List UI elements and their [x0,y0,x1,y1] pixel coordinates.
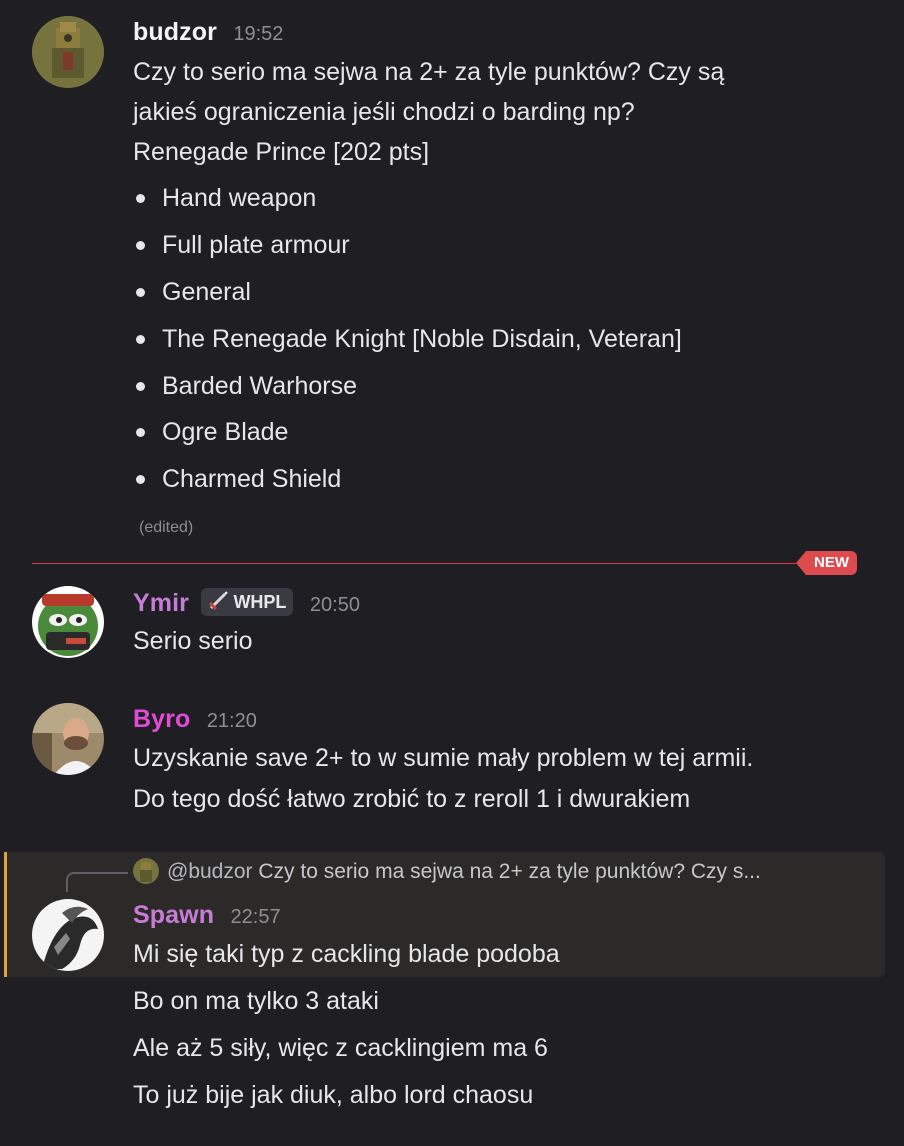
list-item: Hand weapon [162,184,317,212]
edited-label: (edited) [139,519,194,536]
new-messages-badge: NEW [796,551,857,575]
bullet-point [136,382,145,391]
username-spawn[interactable]: Spawn [133,901,214,929]
username-ymir[interactable]: Ymir [133,589,189,617]
timestamp: 20:50 [309,594,360,616]
timestamp: 22:57 [230,906,281,928]
role-tag-label: WHPL [233,592,287,612]
bullet-point [136,194,145,203]
timestamp: 21:20 [206,710,257,732]
new-messages-divider [32,563,824,564]
bullet-point [136,428,145,437]
list-item: Full plate armour [162,231,350,259]
message-line: Czy to serio ma sejwa na 2+ za tyle punk… [133,58,725,86]
reply-avatar [133,858,159,884]
list-item: General [162,278,251,306]
message-line: Uzyskanie save 2+ to w sumie mały proble… [133,744,754,772]
message-line: Renegade Prince [202 pts] [133,138,430,166]
role-tag[interactable]: WHPL [201,588,294,616]
avatar-budzor[interactable] [32,16,104,88]
list-item: Barded Warhorse [162,372,357,400]
username-budzor[interactable]: budzor [133,18,217,46]
reply-preview[interactable]: @budzor Czy to serio ma sejwa na 2+ za t… [133,858,761,884]
reply-preview-text: Czy to serio ma sejwa na 2+ za tyle punk… [258,860,761,883]
username-byro[interactable]: Byro [133,705,190,733]
avatar-ymir[interactable] [32,586,104,658]
reply-connector [66,872,128,892]
avatar-byro[interactable] [32,703,104,775]
list-item: The Renegade Knight [Noble Disdain, Vete… [162,325,682,353]
message-line: Ale aż 5 siły, więc z cacklingiem ma 6 [133,1034,548,1062]
list-item: Charmed Shield [162,465,342,493]
avatar-spawn[interactable] [32,899,104,971]
message-line: Mi się taki typ z cackling blade podoba [133,940,560,968]
bullet-point [136,288,145,297]
message-line: Do tego dość łatwo zrobić to z reroll 1 … [133,785,691,813]
list-item: Ogre Blade [162,418,289,446]
message-line: To już bije jak diuk, albo lord chaosu [133,1081,534,1109]
sword-icon [207,590,229,612]
reply-mention[interactable]: @budzor [167,860,253,883]
message-line: jakieś ograniczenia jeśli chodzi o bardi… [133,98,635,126]
bullet-point [136,475,145,484]
message-line: Bo on ma tylko 3 ataki [133,987,379,1015]
bullet-point [136,335,145,344]
bullet-point [136,241,145,250]
message-line: Serio serio [133,627,253,655]
timestamp: 19:52 [233,23,284,45]
